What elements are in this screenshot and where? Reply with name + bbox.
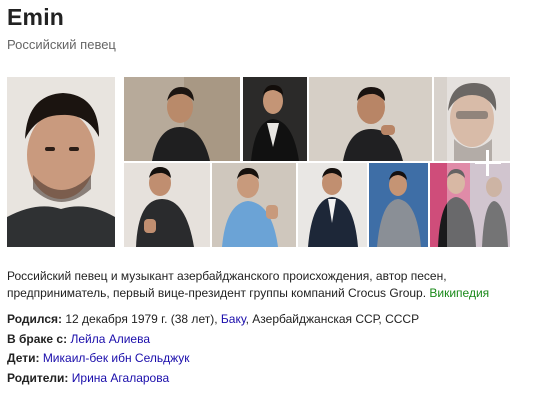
description-text: Российский певец и музыкант азербайджанс…: [7, 269, 447, 300]
gallery-image-5[interactable]: [124, 163, 210, 247]
gallery-image-1[interactable]: [124, 77, 240, 161]
fact-children-link[interactable]: Микаил-бек ибн Сельджук: [43, 351, 190, 365]
gallery-image-7[interactable]: [298, 163, 367, 247]
fact-parents-link[interactable]: Ирина Агаларова: [72, 371, 169, 385]
fact-spouse: В браке с: Лейла Алиева: [7, 331, 150, 347]
gallery-image-8[interactable]: [369, 163, 428, 247]
main-portrait-image[interactable]: [7, 77, 115, 247]
gallery-image-6[interactable]: [212, 163, 296, 247]
gallery-image-4[interactable]: [434, 77, 510, 161]
fact-born-label: Родился:: [7, 312, 63, 326]
gallery-image-2[interactable]: [243, 77, 307, 161]
image-gallery: [7, 77, 510, 247]
fact-born-date: 12 декабря 1979 г. (38 лет),: [65, 312, 218, 326]
entity-description: Российский певец и музыкант азербайджанс…: [7, 268, 507, 302]
fact-born: Родился: 12 декабря 1979 г. (38 лет), Ба…: [7, 311, 419, 327]
fact-spouse-link[interactable]: Лейла Алиева: [70, 332, 150, 346]
fact-parents-label: Родители:: [7, 371, 69, 385]
fact-born-place: , Азербайджанская ССР, СССР: [245, 312, 420, 326]
fact-children: Дети: Микаил-бек ибн Сельджук: [7, 350, 190, 366]
fact-children-label: Дети:: [7, 351, 40, 365]
wikipedia-link[interactable]: Википедия: [429, 286, 489, 300]
plus-icon[interactable]: [475, 150, 501, 176]
entity-subtitle: Российский певец: [7, 37, 116, 52]
fact-parents: Родители: Ирина Агаларова: [7, 370, 169, 386]
fact-born-city-link[interactable]: Баку: [221, 312, 246, 326]
gallery-image-3[interactable]: [309, 77, 432, 161]
fact-spouse-label: В браке с:: [7, 332, 68, 346]
entity-title: Emin: [7, 4, 65, 30]
